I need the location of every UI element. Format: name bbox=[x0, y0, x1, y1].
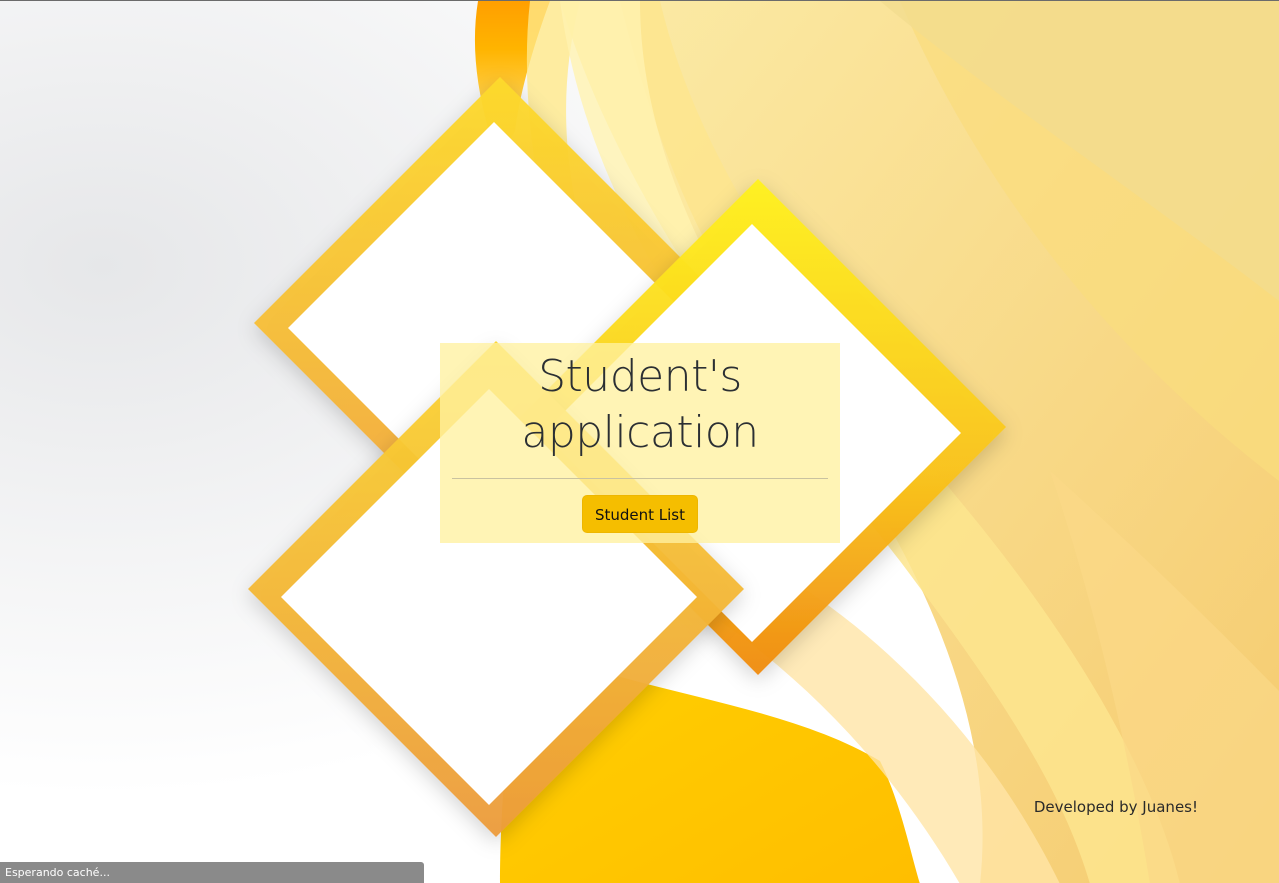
divider bbox=[452, 478, 828, 479]
title-line-2: application bbox=[521, 407, 759, 458]
developer-credit: Developed by Juanes! bbox=[1033, 798, 1198, 816]
student-list-button[interactable]: Student List bbox=[581, 495, 699, 533]
title-line-1: Student's bbox=[538, 351, 742, 402]
hero-panel: Student's application Student List bbox=[440, 343, 840, 543]
browser-status-bar: Esperando caché... bbox=[0, 862, 424, 883]
page-title: Student's application bbox=[440, 343, 840, 461]
